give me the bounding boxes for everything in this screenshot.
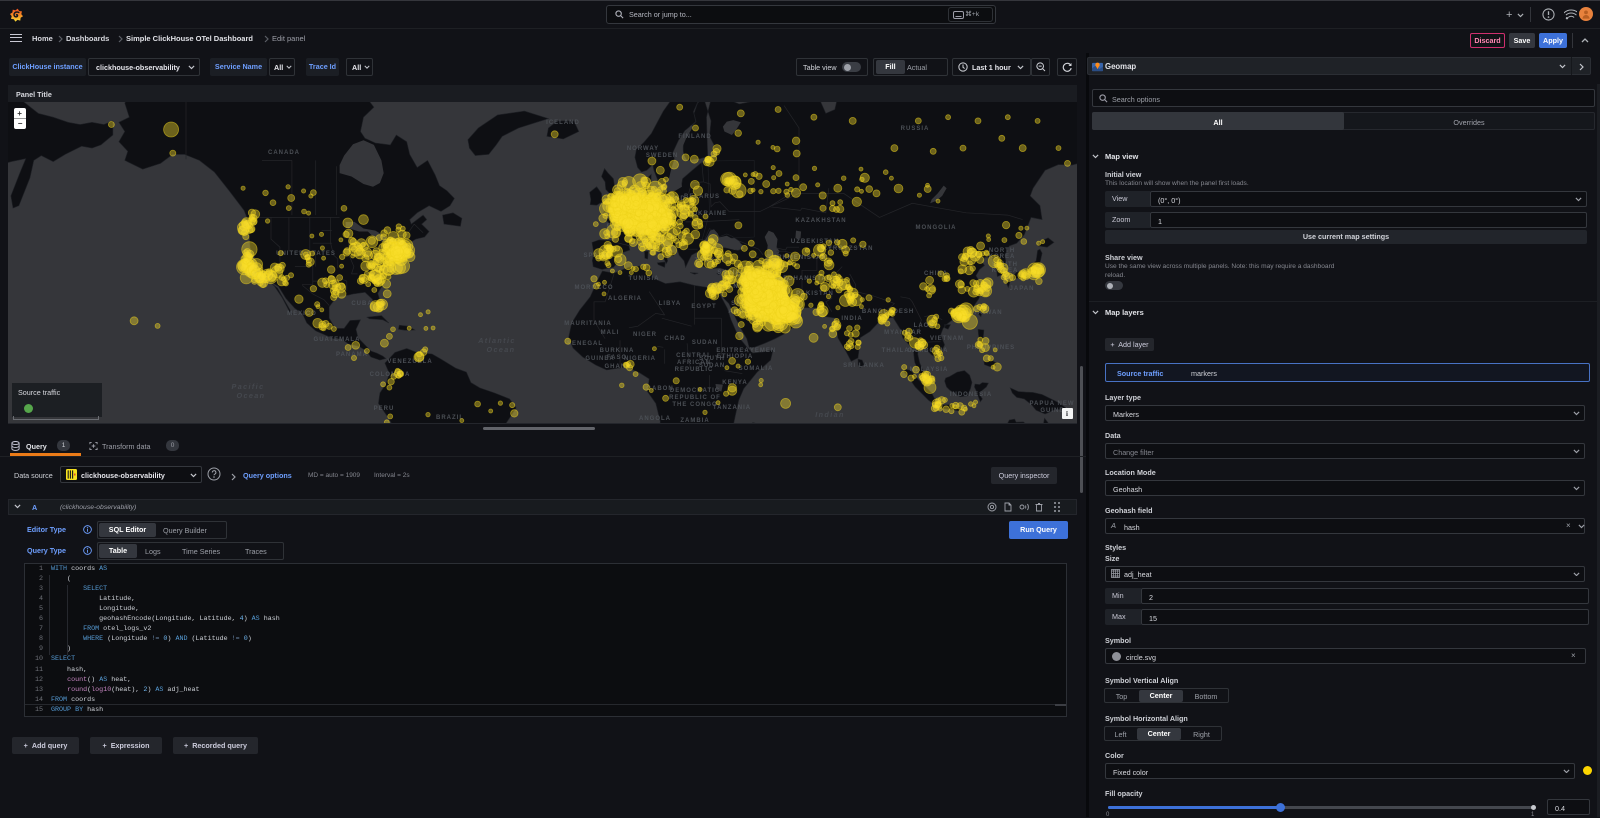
svg-text:ICELAND: ICELAND [546,120,580,126]
svg-text:SUDAN: SUDAN [699,363,725,369]
svg-text:THE CONGO: THE CONGO [672,402,717,408]
svg-text:MALI: MALI [601,330,620,336]
svg-text:CHAD: CHAD [664,336,685,342]
svg-text:SUDAN: SUDAN [692,340,718,346]
svg-text:SENEGAL: SENEGAL [567,341,603,347]
svg-text:MONGOLIA: MONGOLIA [916,225,957,231]
svg-text:JAPAN: JAPAN [1010,286,1035,292]
svg-text:VIETNAM: VIETNAM [930,336,964,342]
svg-text:COLOMBIA: COLOMBIA [370,372,411,378]
svg-text:PAPUA NEW: PAPUA NEW [1030,401,1075,407]
svg-text:TUNISIA: TUNISIA [629,276,660,282]
svg-text:SOUTH: SOUTH [699,356,725,362]
svg-text:INDIA: INDIA [841,316,862,322]
svg-text:BURKINA: BURKINA [600,348,635,354]
svg-text:EGYPT: EGYPT [691,304,716,310]
svg-text:PERU: PERU [374,406,395,412]
svg-text:KAZAKHSTAN: KAZAKHSTAN [795,218,846,224]
svg-text:LIBYA: LIBYA [659,301,681,307]
svg-text:Pacific: Pacific [232,382,265,391]
svg-text:ALGERIA: ALGERIA [608,296,642,302]
svg-text:Ocean: Ocean [487,345,516,354]
svg-text:Atlantic: Atlantic [477,336,516,345]
svg-text:Indian: Indian [815,410,845,419]
svg-text:NIGER: NIGER [633,332,657,338]
svg-text:RUSSIA: RUSSIA [901,126,930,132]
svg-text:CUBA: CUBA [351,301,372,307]
svg-text:FASO: FASO [607,355,627,361]
svg-text:INDONESIA: INDONESIA [950,392,992,398]
svg-text:TANZANIA: TANZANIA [713,405,751,411]
svg-text:ANGOLA: ANGOLA [639,416,671,422]
svg-text:SOMALIA: SOMALIA [739,366,774,372]
svg-text:FINLAND: FINLAND [678,134,711,140]
svg-text:MAURITANIA: MAURITANIA [564,321,612,327]
svg-text:CANADA: CANADA [268,150,300,156]
svg-text:ZAMBIA: ZAMBIA [680,418,709,423]
svg-text:SRI LANKA: SRI LANKA [843,363,885,369]
svg-text:REPUBLIC OF: REPUBLIC OF [669,395,721,401]
svg-text:PHILIPPINES: PHILIPPINES [967,345,1015,351]
svg-text:VENEZUELA: VENEZUELA [387,359,432,365]
svg-text:DEMOCRATIC: DEMOCRATIC [670,388,720,394]
svg-text:NORWAY: NORWAY [627,146,659,152]
svg-text:YEMEN: YEMEN [750,348,776,354]
svg-text:Ocean: Ocean [237,391,266,400]
